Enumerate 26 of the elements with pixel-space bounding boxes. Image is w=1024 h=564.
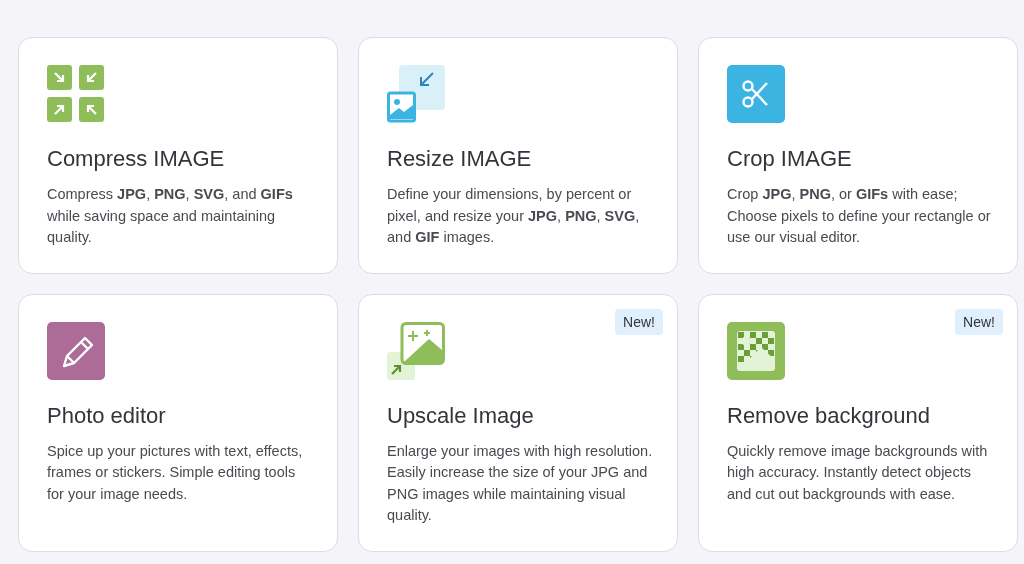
tool-card[interactable]: Photo editor Spice up your pictures with text, effects, frames or stickers. Simple editing tools for your image needs. (18, 293, 338, 552)
card-description: Define your dimensions, by percent or pixel, and resize your JPG, PNG, SVG, and GIF images. (387, 185, 641, 247)
card-description: Spice up your pictures with text, effects, frames or stickers. Simple editing tools for your image needs. (47, 441, 304, 504)
pencil-icon (47, 321, 105, 380)
card-title: Compress IMAGE (47, 145, 226, 173)
card-description: Compress JPG, PNG, SVG, and GIFs while saving space and maintaining quality. (47, 185, 294, 247)
card-description: Crop JPG, PNG, or GIFs with ease; Choose pixels to define your rectangle or use our visual editor. (727, 185, 992, 247)
resize-icon (387, 65, 445, 123)
card-title: Crop IMAGE (727, 145, 853, 173)
tool-card[interactable]: New! Remove background Quickly remove image backgrounds with high accuracy. Instantly detect objects and cut out backgrounds with ease. (698, 293, 1018, 552)
tool-card[interactable]: New! Upscale Image Enlarge your images with high resolution. Easily increase the size of your JPG and PNG images while maintaining visual quality. (358, 293, 678, 552)
upscale-icon (387, 321, 445, 380)
new-badge: New! (955, 308, 1003, 335)
card-description: Enlarge your images with high resolution. Easily increase the size of your JPG and PNG images while maintaining visual quality. (387, 441, 653, 525)
scissors-icon (727, 65, 785, 123)
card-description: Quickly remove image backgrounds with high accuracy. Instantly detect objects and cut out backgrounds with ease. (727, 441, 989, 504)
card-title: Photo editor (47, 401, 167, 430)
compress-icon (47, 65, 105, 123)
card-title: Upscale Image (387, 401, 535, 430)
new-badge: New! (615, 308, 663, 335)
card-title: Remove background (727, 401, 931, 430)
image-icon (727, 321, 785, 380)
card-title: Resize IMAGE (387, 145, 533, 173)
tool-card[interactable]: Crop IMAGE Crop JPG, PNG, or GIFs with ease; Choose pixels to define your rectangle or use our visual editor. (698, 37, 1018, 274)
tool-card[interactable]: Compress IMAGE Compress JPG, PNG, SVG, and GIFs while saving space and maintaining quality. (18, 37, 338, 274)
tool-card[interactable]: Resize IMAGE Define your dimensions, by percent or pixel, and resize your JPG, PNG, SVG, and GIF images. (358, 37, 678, 274)
